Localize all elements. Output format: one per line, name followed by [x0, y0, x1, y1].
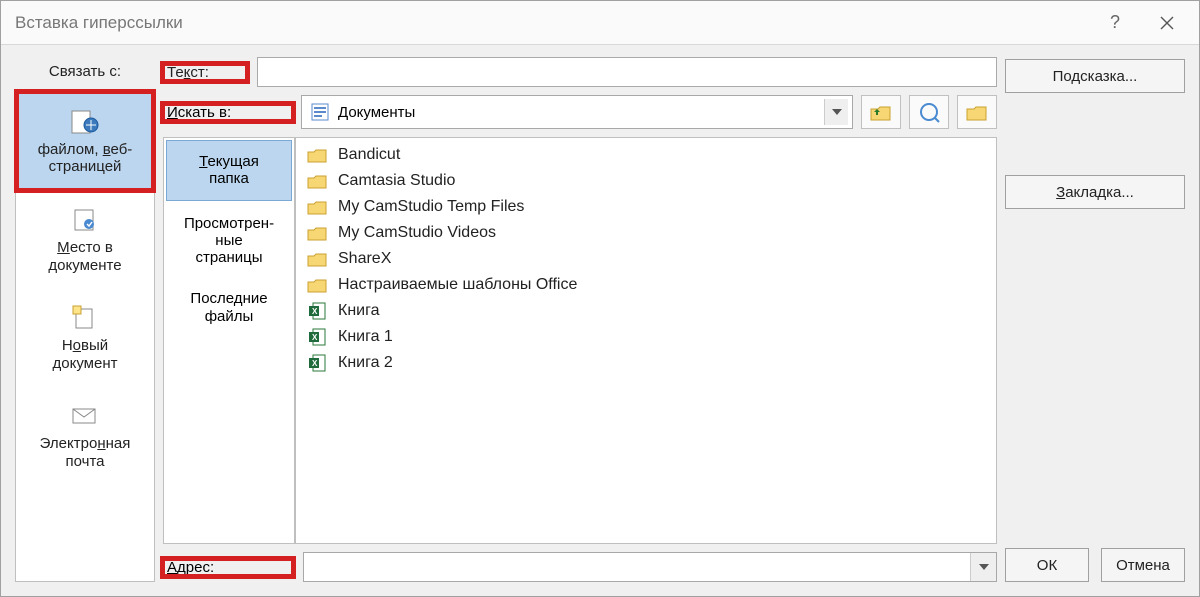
hint-button[interactable]: Подсказка... — [1005, 59, 1185, 93]
right-column: Подсказка... Закладка... ОК Отмена — [1005, 57, 1185, 582]
browse-tab-current-folder[interactable]: Текущаяпапка — [166, 140, 292, 201]
file-name: Книга 1 — [338, 328, 393, 346]
lookin-row: Искать в: Документы — [163, 95, 997, 129]
list-item[interactable]: Bandicut — [298, 142, 994, 168]
address-input[interactable] — [304, 553, 970, 581]
new-doc-icon — [68, 303, 102, 333]
link-target-place-in-doc[interactable]: Место вдокументе — [16, 191, 154, 289]
list-item[interactable]: X Книга — [298, 298, 994, 324]
link-target-label: файлом, веб-страницей — [38, 141, 133, 176]
link-to-column: Связать с: файлом, веб-страницей Место в… — [15, 57, 155, 582]
list-item[interactable]: Camtasia Studio — [298, 168, 994, 194]
text-row: Текст: — [163, 57, 997, 87]
list-item[interactable]: X Книга 2 — [298, 350, 994, 376]
link-target-label: Электроннаяпочта — [40, 435, 131, 470]
help-button[interactable]: ? — [1089, 3, 1141, 43]
list-item[interactable]: My CamStudio Temp Files — [298, 194, 994, 220]
file-name: Bandicut — [338, 146, 400, 164]
address-row: Адрес: — [163, 552, 997, 582]
link-target-list: файлом, веб-страницей Место вдокументе Н… — [15, 90, 155, 582]
browse-tab-browsed-pages[interactable]: Просмотрен-ныестраницы — [164, 203, 294, 279]
ok-button[interactable]: ОК — [1005, 548, 1089, 582]
excel-icon: X — [306, 301, 328, 321]
link-target-label: Новыйдокумент — [53, 337, 118, 372]
lookin-dropdown-btn[interactable] — [824, 99, 848, 125]
up-folder-button[interactable] — [861, 95, 901, 129]
folder-icon — [306, 249, 328, 269]
email-icon — [68, 401, 102, 431]
file-web-icon — [68, 107, 102, 137]
browse-tabs: Текущаяпапка Просмотрен-ныестраницы Посл… — [163, 137, 295, 544]
lookin-label: Искать в: — [163, 104, 293, 121]
dialog-buttons: ОК Отмена — [1005, 548, 1185, 582]
text-input[interactable] — [257, 57, 997, 87]
excel-icon: X — [306, 327, 328, 347]
list-item[interactable]: X Книга 1 — [298, 324, 994, 350]
list-item[interactable]: Настраиваемые шаблоны Office — [298, 272, 994, 298]
file-list[interactable]: Bandicut Camtasia Studio My CamStudio Temp… — [295, 137, 997, 544]
browse-file-button[interactable] — [957, 95, 997, 129]
folder-icon — [306, 197, 328, 217]
main-column: Текст: Искать в: Документы — [163, 57, 997, 582]
address-dropdown-btn[interactable] — [970, 553, 996, 581]
file-name: ShareX — [338, 250, 391, 268]
file-name: Книга 2 — [338, 354, 393, 372]
titlebar: Вставка гиперссылки ? — [1, 1, 1199, 45]
file-name: My CamStudio Temp Files — [338, 198, 524, 216]
doc-library-icon — [310, 102, 330, 122]
bookmark-button[interactable]: Закладка... — [1005, 175, 1185, 209]
list-item[interactable]: My CamStudio Videos — [298, 220, 994, 246]
browse-area: Текущаяпапка Просмотрен-ныестраницы Посл… — [163, 137, 997, 544]
file-name: Книга — [338, 302, 379, 320]
file-name: Настраиваемые шаблоны Office — [338, 276, 577, 294]
folder-icon — [306, 223, 328, 243]
folder-icon — [306, 275, 328, 295]
browse-web-button[interactable] — [909, 95, 949, 129]
link-to-label: Связать с: — [15, 57, 155, 90]
excel-icon: X — [306, 353, 328, 373]
lookin-combo[interactable]: Документы — [301, 95, 853, 129]
cancel-button[interactable]: Отмена — [1101, 548, 1185, 582]
address-combo[interactable] — [303, 552, 997, 582]
svg-text:X: X — [312, 333, 318, 342]
address-label: Адрес: — [163, 559, 293, 576]
svg-text:X: X — [312, 359, 318, 368]
svg-text:X: X — [312, 307, 318, 316]
link-target-email[interactable]: Электроннаяпочта — [16, 387, 154, 485]
folder-icon — [306, 171, 328, 191]
place-in-doc-icon — [68, 205, 102, 235]
link-target-file-web[interactable]: файлом, веб-страницей — [17, 92, 153, 190]
lookin-value: Документы — [338, 104, 816, 121]
link-target-new-doc[interactable]: Новыйдокумент — [16, 289, 154, 387]
list-item[interactable]: ShareX — [298, 246, 994, 272]
file-name: My CamStudio Videos — [338, 224, 496, 242]
link-target-label: Место вдокументе — [48, 239, 121, 274]
close-button[interactable] — [1141, 3, 1193, 43]
dialog-title: Вставка гиперссылки — [15, 13, 1089, 33]
folder-icon — [306, 145, 328, 165]
browse-tab-recent-files[interactable]: Последниефайлы — [164, 278, 294, 337]
dialog-body: Связать с: файлом, веб-страницей Место в… — [1, 45, 1199, 596]
file-name: Camtasia Studio — [338, 172, 455, 190]
text-label: Текст: — [163, 64, 247, 81]
